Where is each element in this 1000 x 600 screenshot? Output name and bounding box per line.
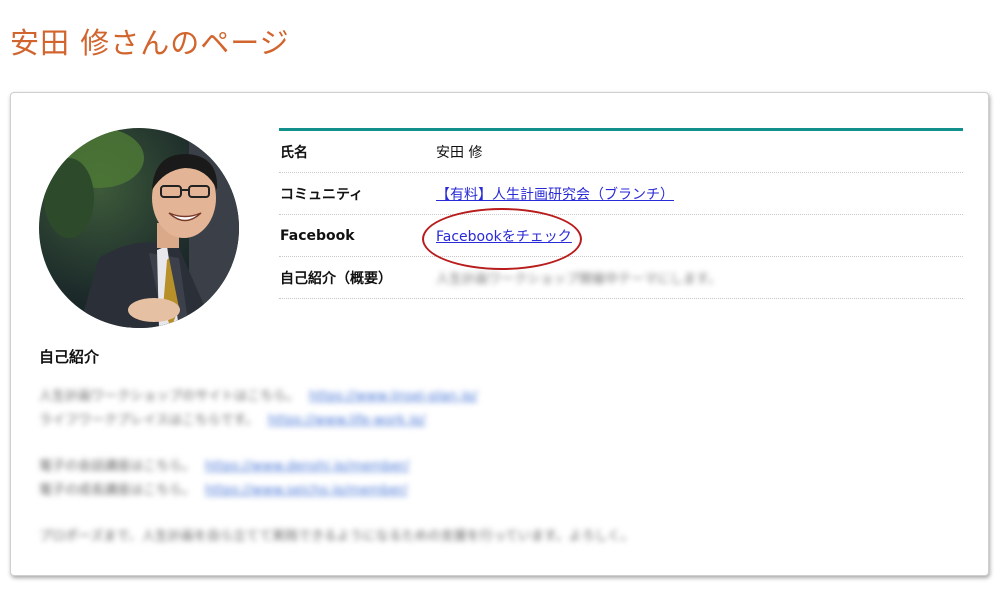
intro-line: 人生計画ワークショップのサイトはこちら。 https://www.jinsei-p… <box>39 385 839 409</box>
intro-line-text: 電子の会話講座はこちら。 <box>39 459 196 474</box>
row-summary: 自己紹介（概要） 人生計画ワークショップ開催中テーマにします。 <box>279 257 963 299</box>
intro-line-link[interactable]: https://www.denshi.jp/member/ <box>205 459 409 474</box>
intro-line-link[interactable]: https://www.jinsei-plan.jp/ <box>309 389 477 404</box>
intro-paragraph: 電子の会話講座はこちら。 https://www.denshi.jp/member… <box>39 455 839 503</box>
facebook-link[interactable]: Facebookをチェック <box>436 229 572 245</box>
intro-line-text: ライフワークプレイスはこちらです。 <box>39 413 258 428</box>
intro-title: 自己紹介 <box>39 348 100 366</box>
name-value: 安田 修 <box>436 144 483 161</box>
avatar-photo <box>44 128 239 328</box>
page-title: 安田 修さんのページ <box>10 26 290 60</box>
intro-line-text: 人生計画ワークショップのサイトはこちら。 <box>39 389 300 404</box>
summary-label: 自己紹介（概要） <box>280 270 392 287</box>
avatar <box>39 128 239 328</box>
intro-line-link[interactable]: https://www.life-work.jp/ <box>268 413 426 428</box>
summary-value: 人生計画ワークショップ開催中テーマにします。 <box>436 272 721 287</box>
name-label: 氏名 <box>280 144 308 161</box>
intro-line-text: 電子の成長講座はこちら。 <box>39 483 196 498</box>
intro-paragraph: プロポーズまで、人生計画を自ら立てて実践できるようになるための支援を行っています… <box>39 525 839 549</box>
row-community: コミュニティ 【有料】人生計画研究会（ブランチ） <box>279 173 963 215</box>
intro-line-link[interactable]: https://www.seicho.jp/member/ <box>205 483 408 498</box>
community-link[interactable]: 【有料】人生計画研究会（ブランチ） <box>436 187 674 203</box>
facebook-label: Facebook <box>280 227 355 244</box>
intro-line: 電子の会話講座はこちら。 https://www.denshi.jp/member… <box>39 455 839 479</box>
intro-line-text: プロポーズまで、人生計画を自ら立てて実践できるようになるための支援を行っています… <box>39 529 634 544</box>
row-name: 氏名 安田 修 <box>279 131 963 173</box>
profile-info-table: 氏名 安田 修 コミュニティ 【有料】人生計画研究会（ブランチ） Faceboo… <box>279 128 963 299</box>
row-facebook: Facebook Facebookをチェック <box>279 207 963 270</box>
intro-line: プロポーズまで、人生計画を自ら立てて実践できるようになるための支援を行っています… <box>39 525 839 549</box>
profile-card: 氏名 安田 修 コミュニティ 【有料】人生計画研究会（ブランチ） Faceboo… <box>10 92 989 576</box>
intro-line: 電子の成長講座はこちら。 https://www.seicho.jp/member… <box>39 479 839 503</box>
intro-paragraph: 人生計画ワークショップのサイトはこちら。 https://www.jinsei-p… <box>39 385 839 433</box>
intro-body: 人生計画ワークショップのサイトはこちら。 https://www.jinsei-p… <box>39 385 839 571</box>
community-label: コミュニティ <box>280 186 364 203</box>
intro-line: ライフワークプレイスはこちらです。 https://www.life-work.j… <box>39 409 839 433</box>
